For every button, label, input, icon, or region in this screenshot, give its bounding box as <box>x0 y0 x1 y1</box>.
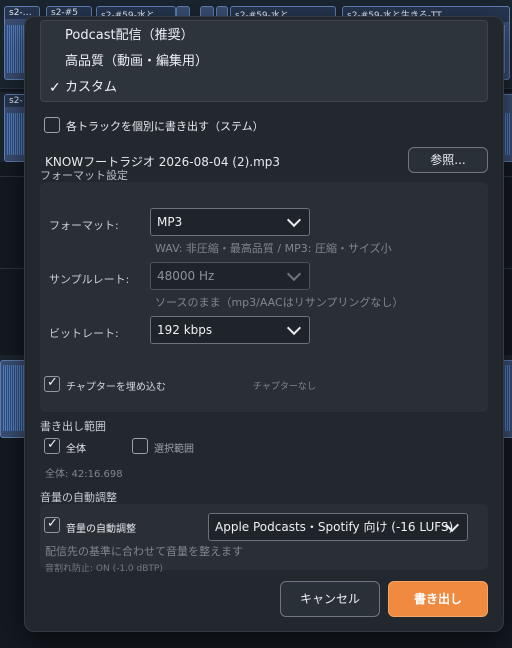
range-all-label: 全体 <box>66 444 86 455</box>
chevron-down-icon <box>286 212 302 228</box>
preset-option-podcast[interactable]: Podcast配信（推奨） <box>41 23 487 49</box>
format-select[interactable]: MP3 <box>150 208 310 236</box>
sample-rate-hint: ソースのまま（mp3/AACはリサンプリングなし） <box>155 296 404 309</box>
chapters-label: チャプターを埋め込む <box>66 382 166 393</box>
stems-label: 各トラックを個別に書き出す（ステム） <box>66 120 264 133</box>
loudness-checkbox[interactable] <box>44 516 60 533</box>
sample-rate-label: サンプルレート: <box>49 273 130 286</box>
format-label: フォーマット: <box>49 219 119 232</box>
range-section-title: 書き出し範囲 <box>40 420 106 433</box>
chevron-down-icon <box>286 320 302 336</box>
stems-checkbox[interactable] <box>44 117 60 133</box>
preset-option-custom[interactable]: ✓ カスタム <box>41 75 487 101</box>
chapters-checkbox[interactable] <box>44 375 60 392</box>
cancel-button[interactable]: キャンセル <box>280 581 380 617</box>
limiter-status: 音割れ防止: ON (-1.0 dBTP) <box>45 564 163 574</box>
preset-dropdown-menu: Podcast配信（推奨） 高品質（動画・編集用） ✓ カスタム <box>40 20 488 102</box>
bitrate-select[interactable]: 192 kbps <box>150 316 310 344</box>
loudness-preset-select[interactable]: Apple Podcasts・Spotify 向け (-16 LUFS) <box>208 513 468 541</box>
range-selection-checkbox[interactable] <box>132 438 148 454</box>
checkmark-icon: ✓ <box>49 80 61 96</box>
bitrate-label: ビットレート: <box>49 327 119 340</box>
loudness-section-title: 音量の自動調整 <box>40 491 117 504</box>
loudness-description: 配信先の基準に合わせて音量を整えます <box>45 545 243 558</box>
chapters-status: チャプターなし <box>253 382 316 392</box>
chevron-down-icon <box>286 266 302 282</box>
format-section-title: フォーマット設定 <box>40 169 128 182</box>
export-button[interactable]: 書き出し <box>388 581 488 617</box>
browse-button[interactable]: 参照... <box>408 147 488 173</box>
sample-rate-select[interactable]: 48000 Hz <box>150 262 310 290</box>
total-duration: 全体: 42:16.698 <box>45 469 123 480</box>
preset-option-high-quality[interactable]: 高品質（動画・編集用） <box>41 49 487 75</box>
range-all-checkbox[interactable] <box>44 437 60 454</box>
range-selection-label: 選択範囲 <box>154 444 194 455</box>
format-hint: WAV: 非圧縮・最高品質 / MP3: 圧縮・サイズ小 <box>155 242 392 255</box>
loudness-label: 音量の自動調整 <box>66 524 136 535</box>
